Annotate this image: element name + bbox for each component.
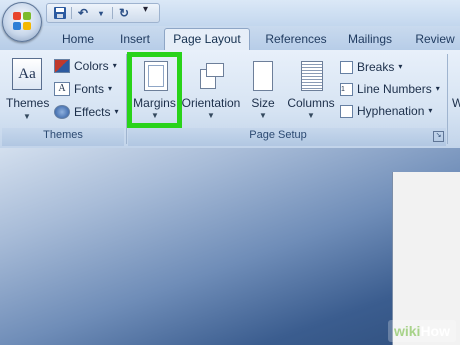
- orientation-dropdown-icon: ▼: [207, 111, 215, 120]
- page-setup-dialog-launcher-icon[interactable]: ↘: [433, 131, 444, 142]
- themes-icon: Aa: [12, 58, 42, 90]
- size-button[interactable]: Size ▼: [246, 57, 280, 123]
- save-icon[interactable]: [53, 6, 67, 20]
- size-icon: [253, 61, 273, 91]
- colors-icon: [54, 59, 70, 73]
- watermark-how: How: [420, 323, 450, 339]
- hyphenation-label: Hyphenation: [357, 104, 425, 118]
- margins-highlight: [127, 52, 182, 128]
- effects-icon: [54, 105, 70, 119]
- colors-button[interactable]: Colors ▾: [54, 57, 117, 75]
- office-logo-icon: [13, 12, 31, 30]
- office-button[interactable]: [2, 2, 42, 42]
- redo-icon[interactable]: ↻: [117, 6, 131, 20]
- line-numbers-button[interactable]: 1 Line Numbers ▾: [340, 80, 440, 98]
- undo-dropdown-icon[interactable]: ▾: [94, 6, 108, 20]
- fonts-button[interactable]: A Fonts ▾: [54, 80, 112, 98]
- size-label: Size: [251, 96, 275, 110]
- themes-group-label: Themes: [43, 129, 83, 141]
- fonts-dropdown-icon: ▾: [108, 84, 113, 93]
- undo-icon[interactable]: ↶: [76, 6, 90, 20]
- qat-separator: [71, 7, 72, 19]
- columns-label: Columns: [287, 96, 335, 110]
- watermark-wiki: wiki: [393, 323, 421, 339]
- orientation-button[interactable]: Orientation ▼: [180, 57, 242, 123]
- columns-dropdown-icon: ▼: [307, 111, 315, 120]
- line-numbers-icon: 1: [340, 82, 353, 96]
- tab-insert[interactable]: Insert: [112, 29, 158, 50]
- themes-label: Themes: [6, 96, 50, 110]
- effects-label: Effects: [74, 105, 111, 119]
- wikihow-watermark: wikiHow: [387, 320, 456, 342]
- next-group-fragment: W: [452, 96, 460, 110]
- effects-dropdown-icon: ▾: [114, 107, 119, 116]
- hyphenation-button[interactable]: Hyphenation ▾: [340, 102, 432, 120]
- hyphenation-icon: [340, 104, 353, 118]
- document-area: [0, 148, 460, 345]
- orientation-icon: [200, 63, 224, 89]
- tab-references[interactable]: References: [258, 29, 334, 50]
- effects-button[interactable]: Effects ▾: [54, 103, 118, 121]
- fonts-label: Fonts: [74, 82, 105, 96]
- tab-mailings[interactable]: Mailings: [340, 29, 400, 50]
- fonts-icon: A: [54, 82, 70, 96]
- colors-label: Colors: [74, 59, 109, 73]
- breaks-dropdown-icon: ▾: [398, 62, 403, 71]
- breaks-button[interactable]: Breaks ▾: [340, 58, 402, 76]
- tab-home[interactable]: Home: [52, 29, 104, 50]
- columns-icon: [301, 61, 323, 91]
- customize-qat-icon[interactable]: ▾: [143, 4, 148, 15]
- line-numbers-label: Line Numbers: [357, 82, 432, 96]
- page-setup-group-label: Page Setup: [249, 129, 307, 141]
- orientation-label: Orientation: [181, 96, 241, 110]
- columns-button[interactable]: Columns ▼: [286, 57, 336, 123]
- tab-review[interactable]: Review: [410, 29, 460, 50]
- themes-dropdown-icon: ▼: [23, 112, 31, 121]
- line-numbers-dropdown-icon: ▾: [435, 84, 440, 93]
- size-dropdown-icon: ▼: [259, 111, 267, 120]
- breaks-icon: [340, 60, 353, 74]
- breaks-label: Breaks: [357, 60, 395, 74]
- tab-page-layout[interactable]: Page Layout: [164, 28, 250, 51]
- colors-dropdown-icon: ▾: [112, 61, 117, 70]
- hyphenation-dropdown-icon: ▾: [428, 106, 433, 115]
- qat-separator: [112, 7, 113, 19]
- themes-button[interactable]: Aa Themes ▼: [6, 56, 50, 126]
- group-divider: [447, 54, 448, 144]
